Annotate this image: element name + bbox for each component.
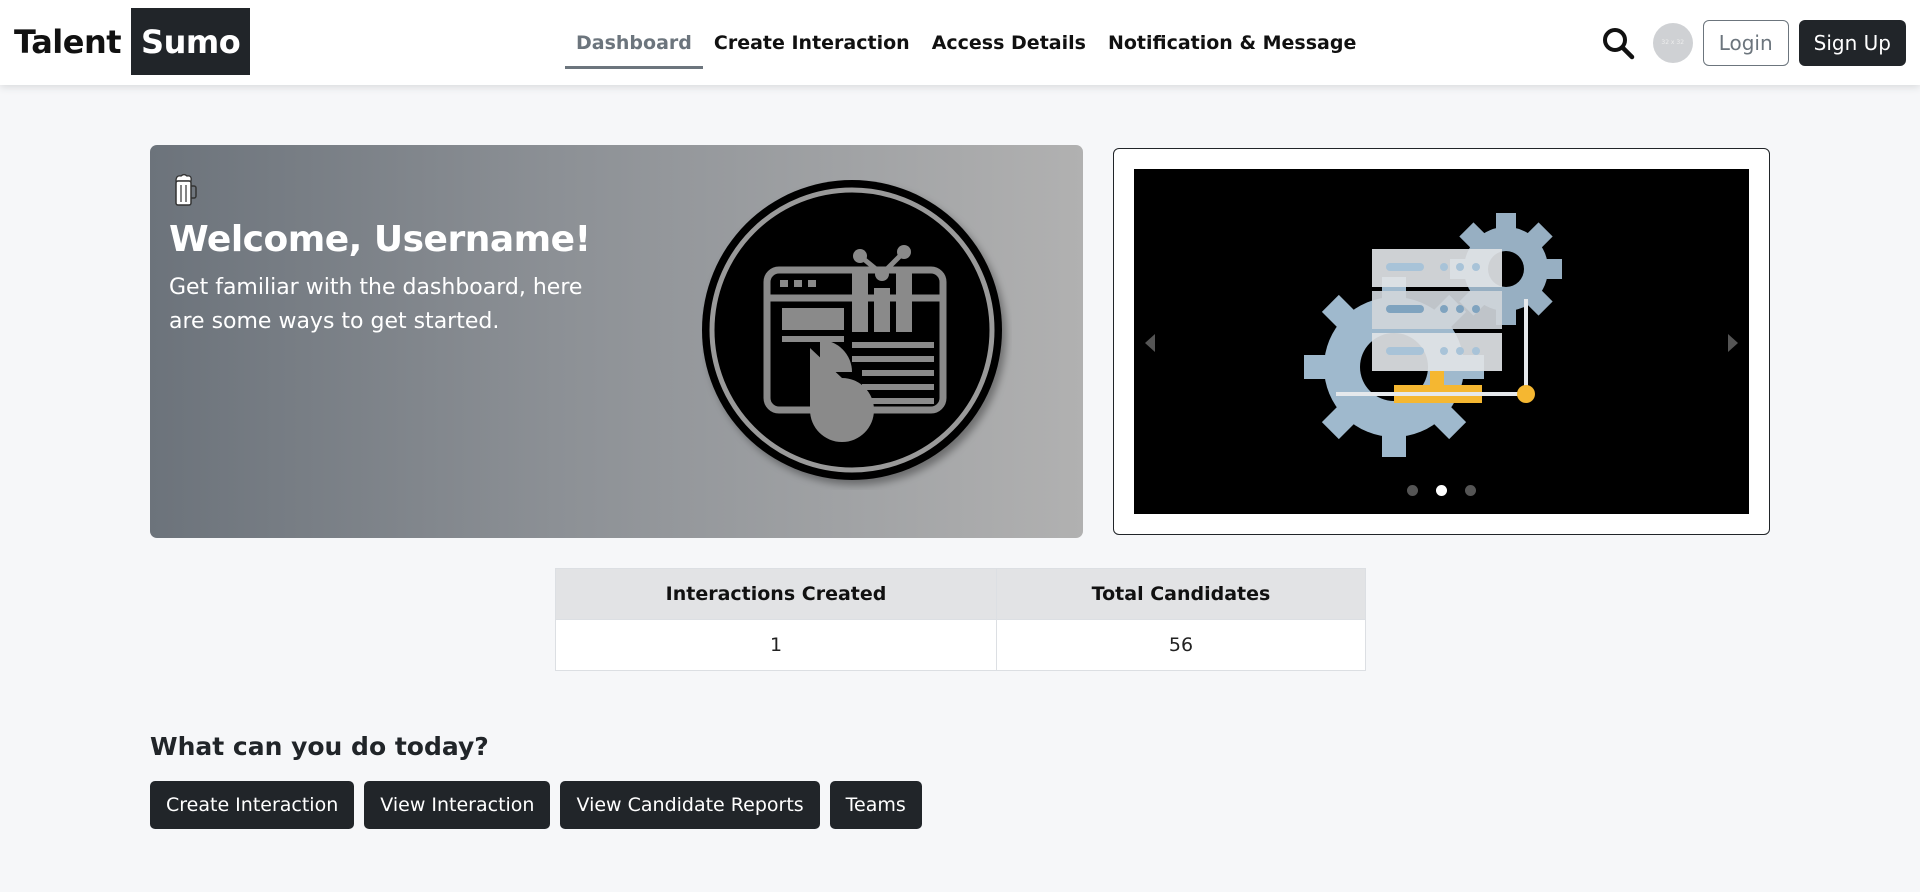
- signup-button[interactable]: Sign Up: [1798, 19, 1906, 66]
- carousel-indicator-2[interactable]: [1436, 485, 1447, 496]
- avatar[interactable]: 32 x 32: [1652, 22, 1693, 63]
- nav-item-notification-message[interactable]: Notification & Message: [1097, 0, 1367, 85]
- carousel-card: [1113, 148, 1770, 535]
- carousel-indicator-1[interactable]: [1407, 485, 1418, 496]
- stats-table: Interactions Created Total Candidates 1 …: [555, 568, 1366, 671]
- view-candidate-reports-button[interactable]: View Candidate Reports: [560, 781, 820, 829]
- welcome-description: Get familiar with the dashboard, here ar…: [169, 275, 583, 334]
- quick-actions: Create Interaction View Interaction View…: [150, 781, 922, 829]
- carousel-prev-icon[interactable]: [1142, 331, 1158, 355]
- table-header-row: Interactions Created Total Candidates: [555, 568, 1366, 620]
- table-row: 1 56: [555, 619, 1366, 671]
- carousel-slide: [1134, 169, 1749, 514]
- search-icon[interactable]: [1601, 26, 1635, 60]
- carousel-next-icon[interactable]: [1725, 331, 1741, 355]
- carousel-indicators: [1134, 485, 1749, 496]
- create-interaction-button[interactable]: Create Interaction: [150, 781, 355, 829]
- carousel-indicator-3[interactable]: [1465, 485, 1476, 496]
- nav-item-dashboard[interactable]: Dashboard: [565, 0, 703, 85]
- brand-text-talent: Talent: [14, 22, 122, 61]
- main-nav: Dashboard Create Interaction Access Deta…: [565, 0, 1367, 85]
- brand-text-sumo: Sumo: [131, 8, 251, 75]
- header-actions: 32 x 32 Login Sign Up: [1601, 0, 1906, 85]
- top-navbar: Talent Sumo Dashboard Create Interaction…: [0, 0, 1920, 85]
- welcome-card: Welcome, Username! Get familiar with the…: [150, 145, 1083, 538]
- header-interactions-created: Interactions Created: [555, 568, 997, 620]
- teams-button[interactable]: Teams: [829, 781, 922, 829]
- server-gears-illustration: [1304, 213, 1562, 457]
- view-interaction-button[interactable]: View Interaction: [364, 781, 551, 829]
- dashboard-analytics-icon: [702, 180, 1002, 480]
- beer-mug-icon: [175, 173, 197, 206]
- header-total-candidates: Total Candidates: [996, 568, 1366, 620]
- brand-logo[interactable]: Talent Sumo: [14, 8, 251, 75]
- nav-item-create-interaction[interactable]: Create Interaction: [703, 0, 921, 85]
- actions-heading: What can you do today?: [150, 732, 489, 761]
- avatar-placeholder-text: 32 x 32: [1661, 39, 1685, 46]
- login-button[interactable]: Login: [1702, 19, 1789, 66]
- value-interactions-created: 1: [555, 619, 997, 671]
- welcome-title: Welcome, Username!: [169, 219, 591, 260]
- value-total-candidates: 56: [996, 619, 1366, 671]
- nav-item-access-details[interactable]: Access Details: [921, 0, 1097, 85]
